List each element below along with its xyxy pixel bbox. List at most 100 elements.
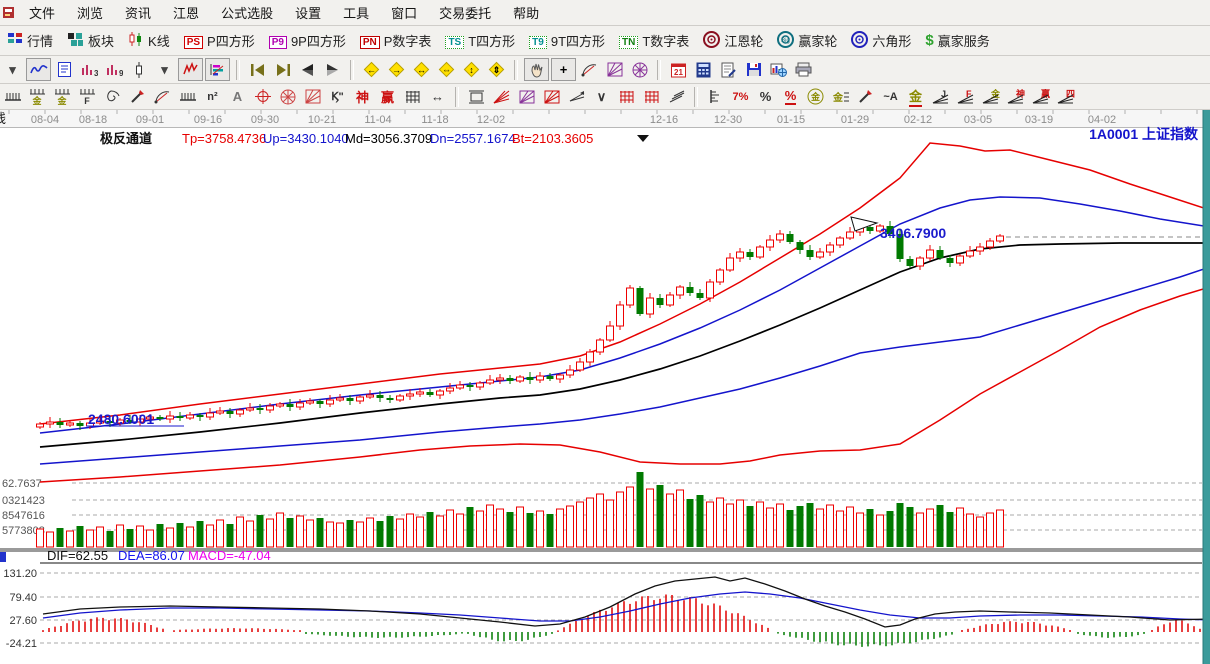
- width-measure-icon[interactable]: ↔: [426, 86, 449, 107]
- menu-item-settings[interactable]: 设置: [284, 0, 332, 25]
- candle-style-icon[interactable]: [128, 59, 151, 80]
- menu-item-formula-picker[interactable]: 公式选股: [210, 0, 284, 25]
- 9t-square-button[interactable]: T99T四方形: [522, 28, 612, 54]
- percent-icon[interactable]: %: [754, 86, 777, 107]
- wave-a-icon[interactable]: ~A: [879, 86, 902, 107]
- shift-right-icon[interactable]: →: [385, 59, 408, 80]
- kline-3-icon[interactable]: 3: [78, 59, 101, 80]
- price-scale-icon[interactable]: [704, 86, 727, 107]
- gold-underline-icon[interactable]: 金: [904, 86, 927, 107]
- chart-canvas[interactable]: 08-0408-1809-0109-1609-3010-2111-0411-18…: [0, 110, 1210, 664]
- candle-style-dropdown-icon[interactable]: ▾: [153, 59, 176, 80]
- stock-picker-icon[interactable]: [26, 58, 51, 81]
- toolbar-dropdown-icon[interactable]: ▾: [1, 59, 24, 80]
- kline-9-icon[interactable]: 9: [103, 59, 126, 80]
- pan-hand-icon[interactable]: [524, 58, 549, 81]
- percent-frame-icon[interactable]: 7%: [729, 86, 752, 107]
- menu-item-window[interactable]: 窗口: [380, 0, 428, 25]
- menu-item-news[interactable]: 资讯: [114, 0, 162, 25]
- expand-y-icon[interactable]: ↕: [460, 59, 483, 80]
- gold-lines-icon[interactable]: 金: [829, 86, 852, 107]
- go-last-icon[interactable]: [271, 59, 294, 80]
- angle-ying-icon[interactable]: 赢: [1029, 86, 1052, 107]
- svg-text:⇔: ⇔: [442, 65, 451, 75]
- shen-tool-icon[interactable]: 神: [351, 86, 374, 107]
- calculator-icon[interactable]: [692, 59, 715, 80]
- v-lines-icon[interactable]: ∨: [590, 86, 613, 107]
- n-squared-icon[interactable]: n²: [201, 86, 224, 107]
- t-square-button[interactable]: TST四方形: [438, 28, 522, 54]
- menu-item-file[interactable]: 文件: [18, 0, 66, 25]
- angle-j-icon[interactable]: J: [929, 86, 952, 107]
- angle-lines-icon[interactable]: [565, 86, 588, 107]
- gann-grid-purple-icon[interactable]: [603, 59, 626, 80]
- page-prev-icon[interactable]: [296, 59, 319, 80]
- k-quote-icon[interactable]: Ϗ": [326, 86, 349, 107]
- menu-item-tools[interactable]: 工具: [332, 0, 380, 25]
- angle-f-icon[interactable]: F: [954, 86, 977, 107]
- gann-wheel-button[interactable]: 江恩轮: [696, 28, 770, 54]
- angle-si-icon[interactable]: 四: [1054, 86, 1077, 107]
- winner-service-button[interactable]: $赢家服务: [918, 28, 996, 54]
- clipped-left-label: 线: [0, 111, 6, 126]
- kline-button[interactable]: K线: [121, 28, 177, 54]
- p-table-button[interactable]: PNP数字表: [353, 28, 439, 54]
- p-square-button[interactable]: PSP四方形: [177, 28, 262, 54]
- grid-red-icon[interactable]: [615, 86, 638, 107]
- shift-left-icon[interactable]: ←: [360, 59, 383, 80]
- angle-measure-icon[interactable]: [578, 59, 601, 80]
- macd-axis-label: -24.21: [6, 638, 37, 650]
- t-table-button[interactable]: TNT数字表: [612, 28, 696, 54]
- spiral-icon[interactable]: [101, 86, 124, 107]
- sectors-button[interactable]: 板块: [60, 28, 121, 54]
- mirror-a-icon[interactable]: A: [226, 86, 249, 107]
- volume-profile-icon[interactable]: [205, 58, 230, 81]
- quotes-button[interactable]: 行情: [0, 28, 60, 54]
- gann-comb-gold-icon[interactable]: 金: [26, 86, 49, 107]
- angle-shen-icon[interactable]: 神: [1004, 86, 1027, 107]
- target-red-icon[interactable]: [251, 86, 274, 107]
- comb-fine-icon[interactable]: [176, 86, 199, 107]
- fan-box-purple-icon[interactable]: [515, 86, 538, 107]
- grid-arrow-icon[interactable]: [640, 86, 663, 107]
- export-chart-icon[interactable]: [767, 59, 790, 80]
- gann-web-purple-icon[interactable]: [628, 59, 651, 80]
- f10-document-icon[interactable]: [53, 59, 76, 80]
- fan-box-red-icon[interactable]: [540, 86, 563, 107]
- hexagon-button[interactable]: 六角形: [844, 28, 918, 54]
- save-icon[interactable]: [742, 59, 765, 80]
- print-icon[interactable]: [792, 59, 815, 80]
- expand-x-icon[interactable]: ↔: [410, 59, 433, 80]
- right-edge-scroll-strip[interactable]: [1203, 110, 1210, 664]
- gann-comb-gold2-icon[interactable]: 金: [51, 86, 74, 107]
- calendar-icon[interactable]: 21: [667, 59, 690, 80]
- ying-tool-icon[interactable]: 赢: [376, 86, 399, 107]
- compress-x-icon[interactable]: ⇔: [435, 59, 458, 80]
- marker-pen-icon[interactable]: [126, 86, 149, 107]
- notes-icon[interactable]: [717, 59, 740, 80]
- trend-pen-icon[interactable]: [854, 86, 877, 107]
- menu-item-browse[interactable]: 浏览: [66, 0, 114, 25]
- go-first-icon[interactable]: [246, 59, 269, 80]
- menu-item-gann[interactable]: 江恩: [162, 0, 210, 25]
- grid-123-icon[interactable]: [401, 86, 424, 107]
- pattern-match-icon[interactable]: [178, 58, 203, 81]
- page-next-icon[interactable]: [321, 59, 344, 80]
- winner-wheel-button[interactable]: Big赢家轮: [770, 28, 844, 54]
- circle-compass-icon[interactable]: [151, 86, 174, 107]
- fan-lines-icon[interactable]: [490, 86, 513, 107]
- expand-all-icon[interactable]: ⇕: [485, 59, 508, 80]
- percent-line-icon[interactable]: %: [779, 86, 802, 107]
- web-box-icon[interactable]: [301, 86, 324, 107]
- parallel-lines-icon[interactable]: [665, 86, 688, 107]
- gann-comb-f-icon[interactable]: F: [76, 86, 99, 107]
- gold-circle-icon[interactable]: 金: [804, 86, 827, 107]
- box-tool-icon[interactable]: [465, 86, 488, 107]
- gann-comb-icon[interactable]: [1, 86, 24, 107]
- 9p-square-button[interactable]: P99P四方形: [262, 28, 353, 54]
- menu-item-trade-order[interactable]: 交易委托: [428, 0, 502, 25]
- menu-item-help[interactable]: 帮助: [502, 0, 550, 25]
- angle-gold-icon[interactable]: 金: [979, 86, 1002, 107]
- crosshair-icon[interactable]: +: [551, 58, 576, 81]
- web-star-icon[interactable]: [276, 86, 299, 107]
